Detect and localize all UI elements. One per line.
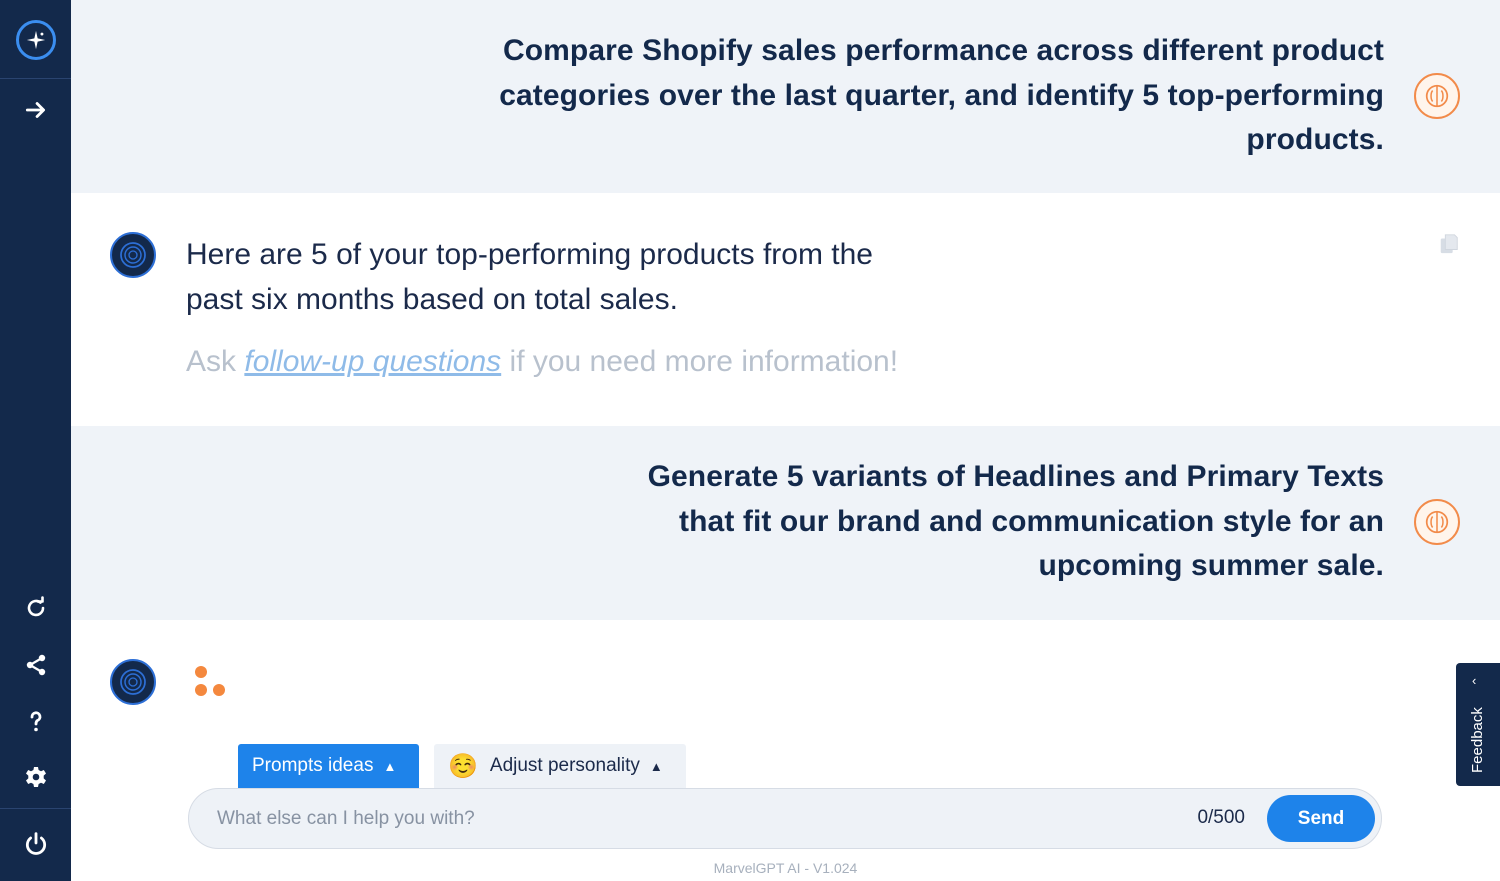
user-message: Generate 5 variants of Headlines and Pri… <box>71 426 1500 620</box>
typing-dot <box>195 684 207 696</box>
gear-icon <box>25 767 46 787</box>
adjust-personality-button[interactable]: ☺️ Adjust personality ▲ <box>434 744 686 788</box>
prompts-ideas-label: Prompts ideas <box>252 755 374 776</box>
character-counter: 0/500 <box>1197 807 1245 828</box>
assistant-avatar <box>110 659 156 705</box>
message-line: Here are 5 of your top-performing produc… <box>186 238 873 271</box>
message-line: upcoming summer sale. <box>1038 549 1384 582</box>
logout-button[interactable] <box>0 816 71 872</box>
typing-dot <box>213 684 225 696</box>
user-avatar <box>1414 499 1460 545</box>
prompts-ideas-button[interactable]: Prompts ideas ▲ <box>238 744 419 788</box>
follow-up-questions-link[interactable]: follow-up questions <box>244 345 501 378</box>
user-message-text: Compare Shopify sales performance across… <box>499 29 1384 163</box>
feedback-label: Feedback <box>1469 707 1486 773</box>
message-line: Compare Shopify sales performance across… <box>502 34 1384 67</box>
user-message: Compare Shopify sales performance across… <box>71 0 1500 193</box>
help-button[interactable] <box>0 693 71 749</box>
assistant-swirl-icon <box>120 669 146 695</box>
typing-dot <box>195 666 207 678</box>
chevron-up-icon: ▲ <box>383 758 397 774</box>
followup-suffix: if you need more information! <box>501 345 899 378</box>
smiling-face-icon: ☺️ <box>448 752 478 780</box>
assistant-typing <box>71 620 1500 740</box>
send-button[interactable]: Send <box>1267 795 1375 842</box>
assistant-swirl-icon <box>120 242 146 268</box>
logo-icon <box>15 20 56 60</box>
assistant-message-text: Here are 5 of your top-performing produc… <box>186 233 873 322</box>
logo-button[interactable] <box>0 12 71 68</box>
message-line: Generate 5 variants of Headlines and Pri… <box>647 460 1384 493</box>
refresh-button[interactable] <box>0 580 71 636</box>
message-input[interactable] <box>217 799 1117 839</box>
assistant-message: Here are 5 of your top-performing produc… <box>71 193 1500 426</box>
brain-icon <box>1425 84 1449 108</box>
version-label: MarvelGPT AI - V1.024 <box>713 860 858 876</box>
power-icon <box>25 832 46 855</box>
message-line: products. <box>1246 123 1384 156</box>
adjust-personality-label: Adjust personality <box>489 755 640 776</box>
chevron-up-icon: ▲ <box>649 758 663 774</box>
settings-button[interactable] <box>0 749 71 805</box>
sidebar-divider <box>0 808 71 809</box>
arrow-right-icon <box>25 102 45 118</box>
chat-area: Compare Shopify sales performance across… <box>71 0 1500 881</box>
refresh-icon <box>27 596 44 617</box>
user-avatar <box>1414 73 1460 119</box>
sidebar-divider <box>0 78 71 79</box>
message-line: past six months based on total sales. <box>186 282 678 316</box>
message-composer: 0/500 Send <box>188 788 1382 849</box>
assistant-avatar <box>110 232 156 278</box>
expand-sidebar-button[interactable] <box>0 82 71 138</box>
feedback-tab[interactable]: ‹ Feedback <box>1456 663 1500 786</box>
user-message-text: Generate 5 variants of Headlines and Pri… <box>648 455 1384 589</box>
copy-button[interactable] <box>1438 233 1460 255</box>
sidebar <box>0 0 71 881</box>
share-icon <box>26 654 45 676</box>
message-line: that fit our brand and communication sty… <box>679 504 1384 538</box>
share-button[interactable] <box>0 637 71 693</box>
copy-icon <box>1440 234 1458 254</box>
question-icon <box>30 711 41 732</box>
followup-hint: Ask follow-up questions if you need more… <box>186 345 898 379</box>
followup-prefix: Ask <box>186 345 245 378</box>
message-line: categories over the last quarter, and id… <box>499 78 1384 112</box>
chevron-left-icon: ‹ <box>1472 673 1477 688</box>
brain-icon <box>1425 510 1449 534</box>
typing-indicator <box>195 666 235 706</box>
